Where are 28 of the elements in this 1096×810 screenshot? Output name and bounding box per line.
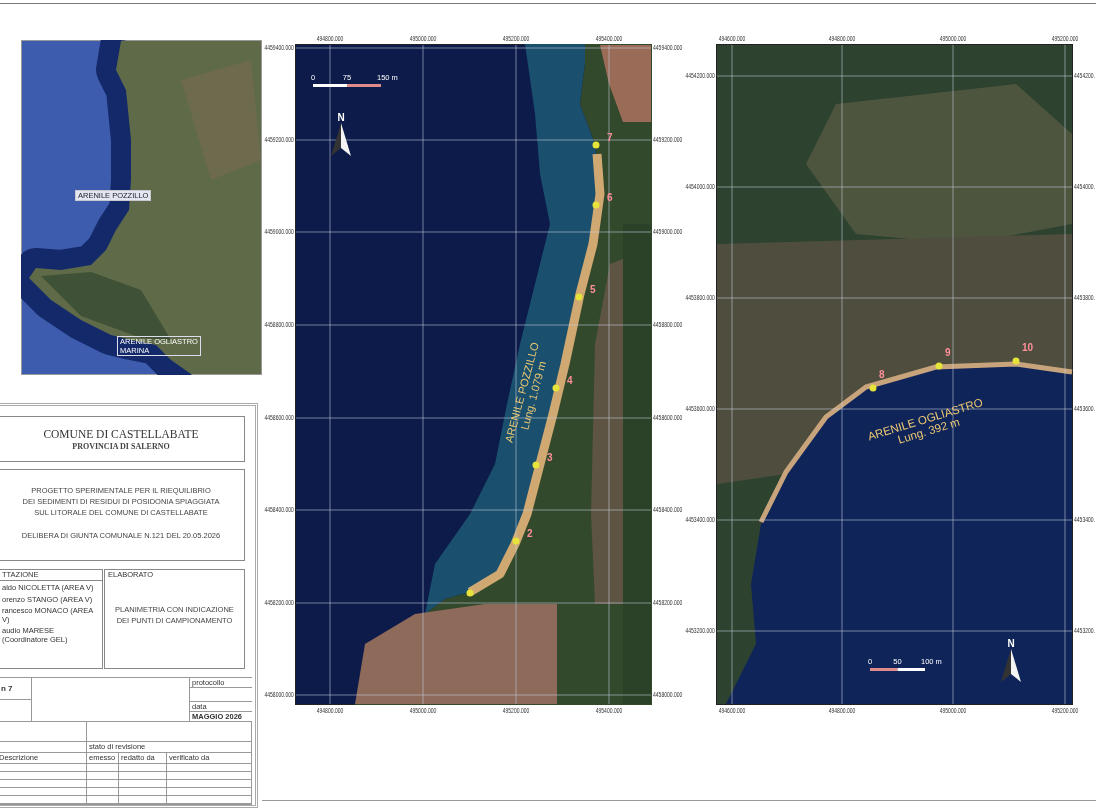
sample-point-icon (592, 141, 600, 149)
sample-point-icon (935, 362, 943, 370)
sample-point-number: 5 (590, 285, 596, 295)
north-arrow-icon (331, 123, 351, 156)
sample-point-icon (575, 293, 583, 301)
sample-point-icon (552, 384, 560, 392)
scale-bar (313, 84, 381, 87)
north-label: N (337, 112, 345, 123)
sample-point-icon (512, 537, 520, 545)
north-arrow-icon (1001, 649, 1021, 682)
sample-point-icon (869, 384, 877, 392)
sample-point-number: 7 (607, 133, 613, 143)
sample-point-number: 10 (1022, 343, 1034, 353)
sample-point-icon (1012, 357, 1020, 365)
scale-bar (870, 668, 925, 671)
municipality-name: COMUNE DI CASTELLABATE (43, 426, 199, 441)
sample-point-number: 8 (879, 370, 885, 380)
sample-point-icon (532, 461, 540, 469)
sample-point-number: 6 (607, 193, 613, 203)
sample-point-icon (592, 201, 600, 209)
north-label: N (1007, 638, 1015, 649)
sample-point-number: 4 (567, 376, 573, 386)
sample-point-number: 2 (527, 529, 533, 539)
sample-point-number: 3 (547, 453, 553, 463)
sample-point-icon (466, 589, 474, 597)
sample-point-number: 9 (945, 348, 951, 358)
province-name: PROVINCIA DI SALERNO (72, 440, 170, 452)
sheet-number: n 7 (0, 678, 31, 700)
